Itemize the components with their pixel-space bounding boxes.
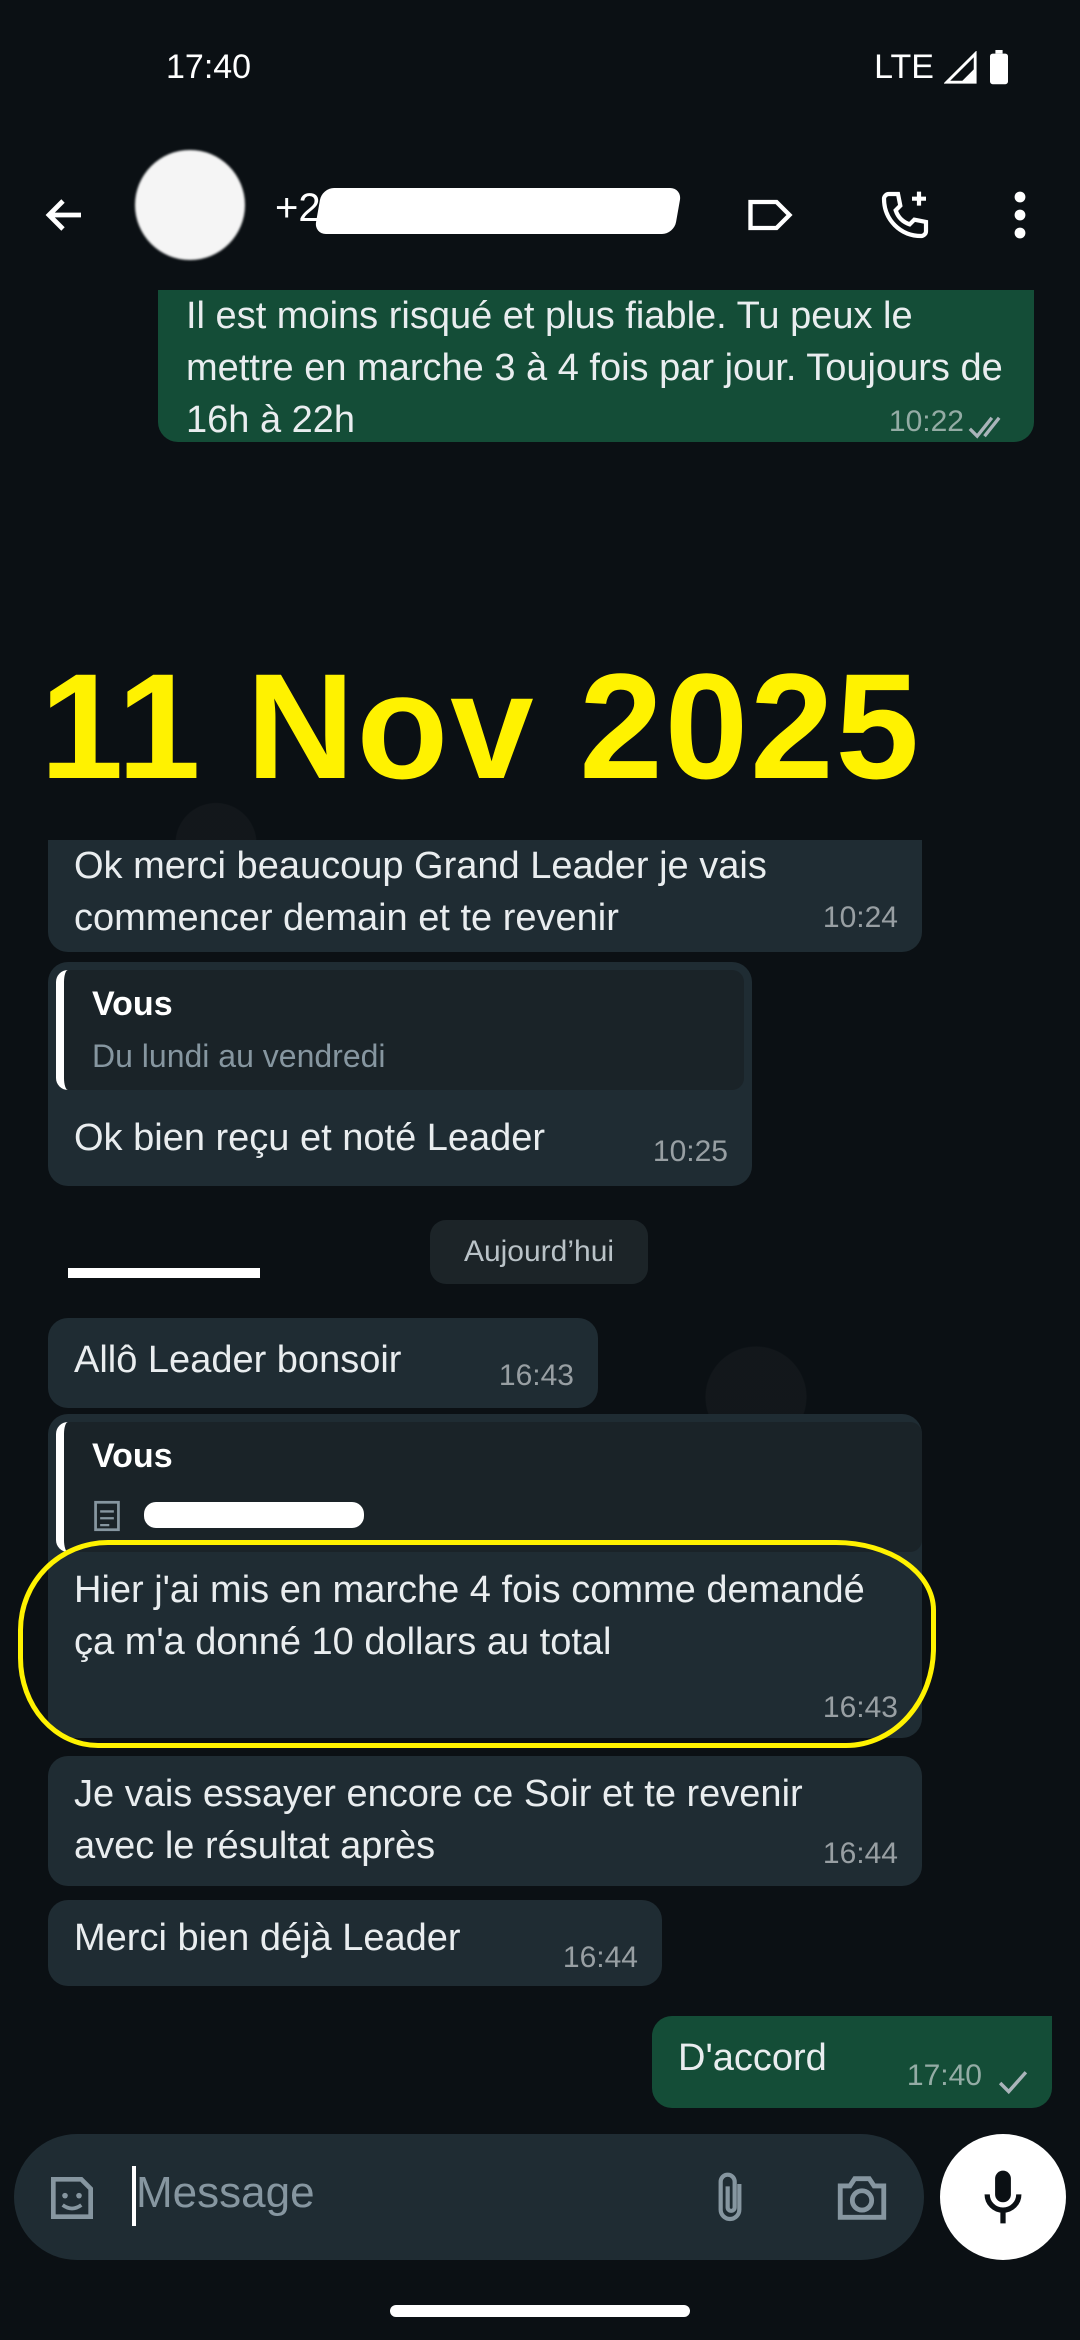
message-text: Ok merci beaucoup Grand Leader je vais c… (74, 845, 767, 939)
quoted-message[interactable]: Vous Du lundi au vendredi (56, 970, 744, 1090)
white-mark (68, 1268, 260, 1278)
quoted-message[interactable]: Vous (56, 1422, 922, 1552)
document-icon (94, 1500, 120, 1532)
contact-name[interactable]: +2 (275, 186, 321, 231)
sticker-icon[interactable] (40, 2166, 104, 2230)
message-text: Ok bien reçu et noté Leader (74, 1117, 546, 1159)
back-arrow-icon[interactable] (30, 180, 100, 250)
day-separator: Aujourd’hui (430, 1220, 648, 1284)
label-icon[interactable] (740, 185, 800, 245)
read-receipt-icon (968, 416, 1001, 439)
message-bubble-incoming[interactable]: Allô Leader bonsoir 16:43 (48, 1318, 598, 1408)
quote-text: Du lundi au vendredi (92, 1038, 386, 1074)
quote-author: Vous (92, 985, 173, 1023)
message-bubble-incoming[interactable]: Je vais essayer encore ce Soir et te rev… (48, 1756, 922, 1886)
highlight-annotation (18, 1540, 936, 1748)
message-time: 10:25 (652, 1135, 728, 1168)
attach-icon[interactable] (700, 2166, 760, 2230)
message-text: Merci bien déjà Leader (74, 1917, 461, 1959)
overlay-date-text: 11 Nov 2025 (40, 642, 921, 810)
message-bubble-outgoing[interactable]: D'accord 17:40 (652, 2016, 1052, 2108)
status-indicators: LTE (874, 48, 1010, 87)
more-options-icon[interactable] (1000, 185, 1040, 245)
message-time: 16:44 (562, 1941, 638, 1974)
mic-button[interactable] (940, 2134, 1066, 2260)
message-text: Je vais essayer encore ce Soir et te rev… (74, 1773, 803, 1867)
sent-check-icon (998, 2071, 1028, 2095)
message-time: 10:22 (888, 405, 964, 438)
status-time: 17:40 (166, 48, 252, 86)
redacted-name (313, 188, 683, 234)
message-time: 17:40 (906, 2059, 982, 2092)
network-label: LTE (874, 48, 934, 86)
message-text: Il est moins risqué et plus fiable. Tu p… (186, 295, 1003, 441)
contact-avatar[interactable] (135, 150, 245, 260)
mic-icon (984, 2170, 1022, 2224)
message-text: Allô Leader bonsoir (74, 1339, 402, 1381)
camera-icon[interactable] (828, 2166, 896, 2230)
message-bubble-incoming[interactable]: Vous Du lundi au vendredi Ok bien reçu e… (48, 962, 752, 1186)
message-input[interactable]: Message (136, 2168, 315, 2218)
message-bubble-incoming[interactable]: Ok merci beaucoup Grand Leader je vais c… (48, 840, 922, 952)
message-text: D'accord (678, 2037, 827, 2079)
message-time: 10:24 (822, 901, 898, 934)
message-bubble-incoming[interactable]: Merci bien déjà Leader 16:44 (48, 1900, 662, 1986)
message-time: 16:44 (822, 1837, 898, 1870)
message-time: 16:43 (498, 1359, 574, 1392)
message-bubble-outgoing[interactable]: Il est moins risqué et plus fiable. Tu p… (158, 290, 1034, 442)
redacted-quote (144, 1502, 364, 1528)
battery-icon (990, 49, 1008, 84)
signal-icon (944, 50, 977, 84)
home-gesture-handle[interactable] (390, 2305, 690, 2317)
add-call-icon[interactable] (872, 182, 938, 248)
quote-author: Vous (92, 1437, 173, 1475)
